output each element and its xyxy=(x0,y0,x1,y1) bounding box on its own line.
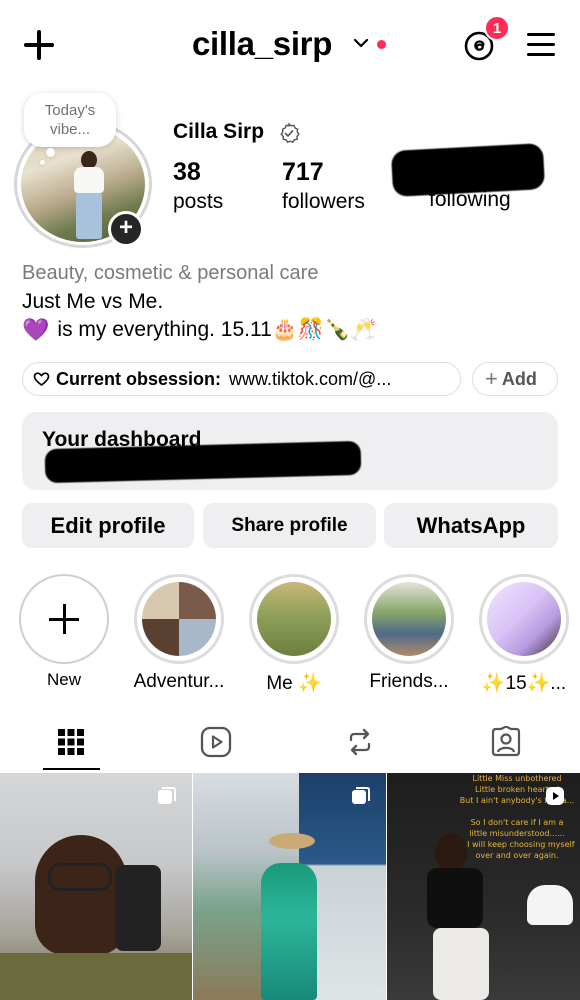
tagged-icon xyxy=(491,726,521,757)
tab-reels[interactable] xyxy=(176,712,256,772)
avatar-photo xyxy=(66,149,106,239)
active-tab-indicator xyxy=(43,768,100,770)
bio-line-2: 💜 is my everything. 15.11🎂🎊🍾🥂 xyxy=(22,317,376,343)
stat-posts[interactable]: 38 posts xyxy=(173,158,223,214)
account-username[interactable]: cilla_sirp xyxy=(192,25,332,63)
note-bubble[interactable]: Today's vibe... xyxy=(24,93,116,147)
redaction-scribble xyxy=(390,143,546,197)
obsession-label: Current obsession: xyxy=(56,368,222,389)
profile-full-name: Cilla Sirp xyxy=(173,120,265,143)
grid-post-2[interactable] xyxy=(193,773,386,1000)
tab-tagged[interactable] xyxy=(466,712,546,772)
menu-icon[interactable] xyxy=(527,33,555,57)
grid-post-1[interactable] xyxy=(0,773,192,1000)
share-profile-button[interactable]: Share profile xyxy=(203,503,376,548)
highlight-label: Me ✨ xyxy=(266,673,322,694)
note-bubble-tail xyxy=(46,148,55,157)
profile-tabs xyxy=(0,712,580,772)
posts-count: 38 xyxy=(173,158,201,186)
reposts-icon xyxy=(349,728,371,756)
bio-line-1: Just Me vs Me. xyxy=(22,290,164,313)
note-text: Today's vibe... xyxy=(44,102,96,138)
add-link-pill[interactable]: + Add xyxy=(472,362,558,396)
carousel-icon xyxy=(352,787,370,804)
reels-icon xyxy=(200,726,232,758)
reel-icon xyxy=(546,787,564,805)
chevron-down-icon[interactable] xyxy=(352,36,370,50)
highlight-cover-image xyxy=(487,582,561,656)
create-plus-icon[interactable] xyxy=(22,28,56,62)
grid-icon xyxy=(58,729,84,755)
purple-heart-emoji: 💜 xyxy=(22,317,50,342)
highlight-label: Friends... xyxy=(369,671,449,692)
posts-label: posts xyxy=(173,190,224,213)
top-bar: cilla_sirp 1 xyxy=(0,0,580,92)
highlight-label: New xyxy=(46,670,81,689)
tab-reposts[interactable] xyxy=(320,712,400,772)
edit-profile-button[interactable]: Edit profile xyxy=(22,503,194,548)
followers-count: 717 xyxy=(282,158,324,186)
highlight-label: ✨15✨... xyxy=(481,673,567,694)
add-label: Add xyxy=(501,368,537,389)
account-notification-dot xyxy=(377,40,386,49)
obsession-link[interactable]: www.tiktok.com/@... xyxy=(229,369,391,390)
stat-followers[interactable]: 717 followers xyxy=(282,158,365,214)
plus-icon: + xyxy=(485,366,498,391)
followers-label: followers xyxy=(282,190,365,213)
bio-line-2-text: is my everything. 15.11🎂🎊🍾🥂 xyxy=(57,318,377,341)
whatsapp-button[interactable]: WhatsApp xyxy=(384,503,558,548)
highlight-cover-image xyxy=(142,582,216,656)
highlight-cover-image xyxy=(257,582,331,656)
posts-grid: Little Miss unbothered Little broken hea… xyxy=(0,773,580,1000)
current-obsession-pill[interactable]: Current obsession: www.tiktok.com/@... xyxy=(22,362,461,396)
add-story-button[interactable]: + xyxy=(108,211,144,247)
carousel-icon xyxy=(158,787,176,804)
grid-post-3[interactable]: Little Miss unbothered Little broken hea… xyxy=(387,773,580,1000)
note-bubble-tail-small xyxy=(40,160,45,165)
threads-notification-badge: 1 xyxy=(484,15,510,41)
verified-check-icon xyxy=(280,122,300,144)
plus-icon xyxy=(49,604,79,634)
tab-posts-grid[interactable] xyxy=(31,712,111,772)
highlight-cover-image xyxy=(372,582,446,656)
profile-category: Beauty, cosmetic & personal care xyxy=(22,262,319,284)
highlight-label: Adventur... xyxy=(133,671,225,692)
heart-outline-icon xyxy=(33,372,50,387)
